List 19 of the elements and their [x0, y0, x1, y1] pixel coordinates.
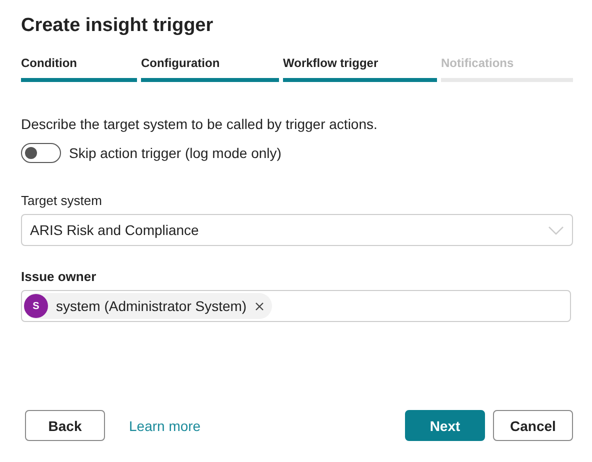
target-system-select[interactable]: ARIS Risk and Compliance: [21, 214, 573, 246]
owner-chip: S system (Administrator System): [24, 293, 272, 319]
close-icon[interactable]: [254, 302, 264, 310]
chevron-down-icon: [548, 226, 564, 234]
dialog-title: Create insight trigger: [21, 14, 214, 38]
field-label: Issue owner: [21, 269, 98, 284]
step-tab[interactable]: Condition: [21, 56, 137, 82]
back-button[interactable]: Back: [25, 410, 105, 441]
toggle-switch[interactable]: [21, 143, 61, 163]
step-tab[interactable]: Workflow trigger: [283, 56, 437, 82]
issue-owner-field[interactable]: S system (Administrator System): [21, 290, 571, 322]
next-button[interactable]: Next: [405, 410, 485, 441]
step-tab[interactable]: Configuration: [141, 56, 279, 82]
avatar: S: [24, 294, 48, 318]
cancel-button[interactable]: Cancel: [493, 410, 573, 441]
toggle-label: Skip action trigger (log mode only): [69, 145, 282, 161]
description-text: Describe the target system to be called by trigger actions.: [21, 116, 378, 132]
field-label: Target system: [21, 193, 103, 208]
learn-more-link[interactable]: Learn more: [129, 418, 201, 434]
